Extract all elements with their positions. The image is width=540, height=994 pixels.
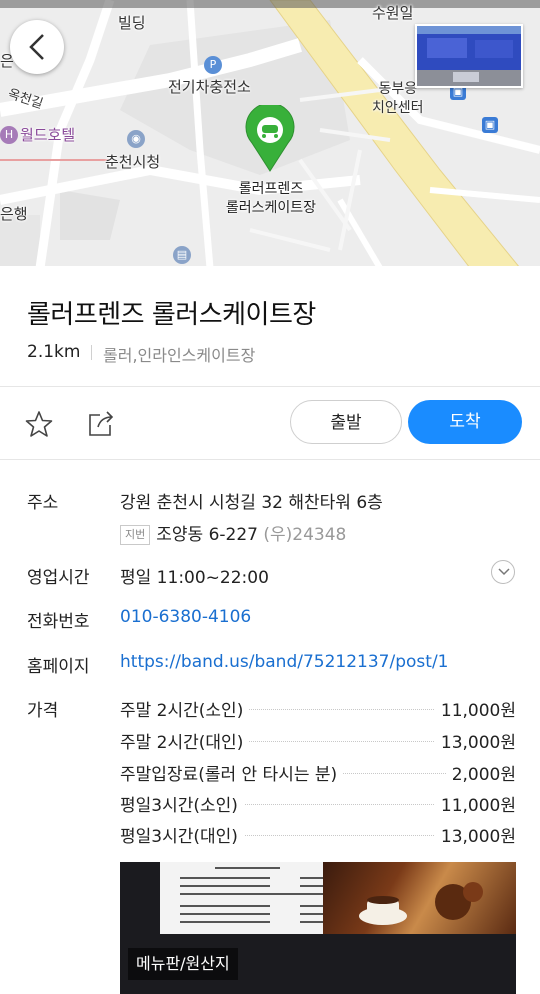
price-item-name: 평일3시간(대인) (120, 822, 244, 847)
chevron-down-icon (498, 568, 510, 576)
roadview-thumbnail[interactable] (415, 24, 523, 88)
place-category: 롤러,인라인스케이트장 (103, 346, 256, 365)
price-row: 평일3시간(소인) 11,000원 (120, 791, 516, 816)
place-header: 롤러프렌즈 롤러스케이트장 2.1km 롤러,인라인스케이트장 (0, 268, 540, 386)
depart-button[interactable]: 출발 (290, 400, 402, 444)
arrive-button[interactable]: 도착 (408, 400, 522, 444)
price-item-name: 평일3시간(소인) (120, 791, 244, 816)
price-label: 가격 (27, 701, 59, 721)
chevron-left-icon (29, 34, 44, 60)
price-item-value: 11,000원 (434, 791, 516, 816)
homepage-link[interactable]: https://band.us/band/75212137/post/1 (120, 652, 449, 672)
bus-stop-icon[interactable]: ▣ (482, 117, 498, 133)
price-item-value: 11,000원 (434, 696, 516, 721)
map-label-bank[interactable]: 은행 (0, 203, 28, 224)
back-button[interactable] (10, 20, 64, 74)
city-hall-icon[interactable]: ◉ (127, 130, 145, 148)
price-row: 주말 2시간(소인) 11,000원 (120, 696, 516, 721)
map-label-world-hotel[interactable]: 월드호텔 (20, 124, 75, 145)
roadview-image (417, 26, 521, 86)
coffee-poster-image (323, 862, 516, 934)
homepage-label: 홈페이지 (27, 657, 90, 677)
jibun-address: 조양동 6-227 (156, 525, 258, 545)
phone-link[interactable]: 010-6380-4106 (120, 607, 251, 627)
favorite-button[interactable] (24, 409, 54, 439)
price-item-name: 주말 2시간(소인) (120, 696, 250, 721)
map-label-place[interactable]: 롤러프렌즈 롤러스케이트장 (218, 180, 324, 218)
place-distance: 2.1km (27, 342, 81, 362)
jibun-address-row: 지번 조양동 6-227 (우)24348 (120, 520, 346, 545)
coffee-cup-graphic (359, 882, 483, 925)
place-title: 롤러프렌즈 롤러스케이트장 (27, 300, 316, 330)
map-label-ev-charging[interactable]: 전기차충전소 (168, 76, 251, 97)
address-label: 주소 (27, 493, 59, 513)
hours-label: 영업시간 (27, 568, 90, 588)
map-label-building: 빌딩 (118, 14, 146, 32)
phone-label: 전화번호 (27, 612, 90, 632)
ev-charging-icon[interactable]: P (204, 56, 222, 74)
road-address[interactable]: 강원 춘천시 시청길 32 해찬타워 6층 (120, 488, 383, 513)
menu-photo-caption: 메뉴판/원산지 (128, 948, 238, 980)
price-item-value: 13,000원 (434, 822, 516, 847)
hours-value: 평일 11:00~22:00 (120, 568, 269, 588)
postal-code: (우)24348 (263, 525, 347, 545)
place-marker-icon[interactable] (244, 105, 296, 173)
building-icon[interactable]: ▤ (173, 246, 191, 264)
price-item-value: 2,000원 (445, 760, 516, 785)
share-button[interactable] (86, 409, 116, 439)
menu-photo[interactable]: 메뉴판/원산지 (120, 862, 516, 994)
map-label-city-hall[interactable]: 춘천시청 (105, 151, 160, 172)
price-item-name: 주말 2시간(대인) (120, 728, 250, 753)
price-item-value: 13,000원 (434, 728, 516, 753)
map-view[interactable]: 빌딩 수원일 은 옥천길 P 전기차충전소 H 월드호텔 ◉ 춘천시청 은행 ▤… (0, 0, 540, 268)
star-icon (25, 411, 53, 437)
hours-expand-button[interactable] (491, 560, 515, 584)
map-label-top-right: 수원일 (372, 4, 414, 22)
price-row: 주말입장료(롤러 안 타시는 분) 2,000원 (120, 760, 516, 785)
jibun-badge: 지번 (120, 525, 151, 545)
price-row: 평일3시간(대인) 13,000원 (120, 822, 516, 847)
price-row: 주말 2시간(대인) 13,000원 (120, 728, 516, 753)
hotel-icon[interactable]: H (0, 126, 18, 144)
price-item-name: 주말입장료(롤러 안 타시는 분) (120, 760, 344, 785)
share-icon (89, 411, 114, 436)
divider (91, 345, 92, 360)
action-bar: 출발 도착 (0, 387, 540, 459)
status-bar-overlay (0, 0, 540, 8)
divider (0, 459, 540, 460)
